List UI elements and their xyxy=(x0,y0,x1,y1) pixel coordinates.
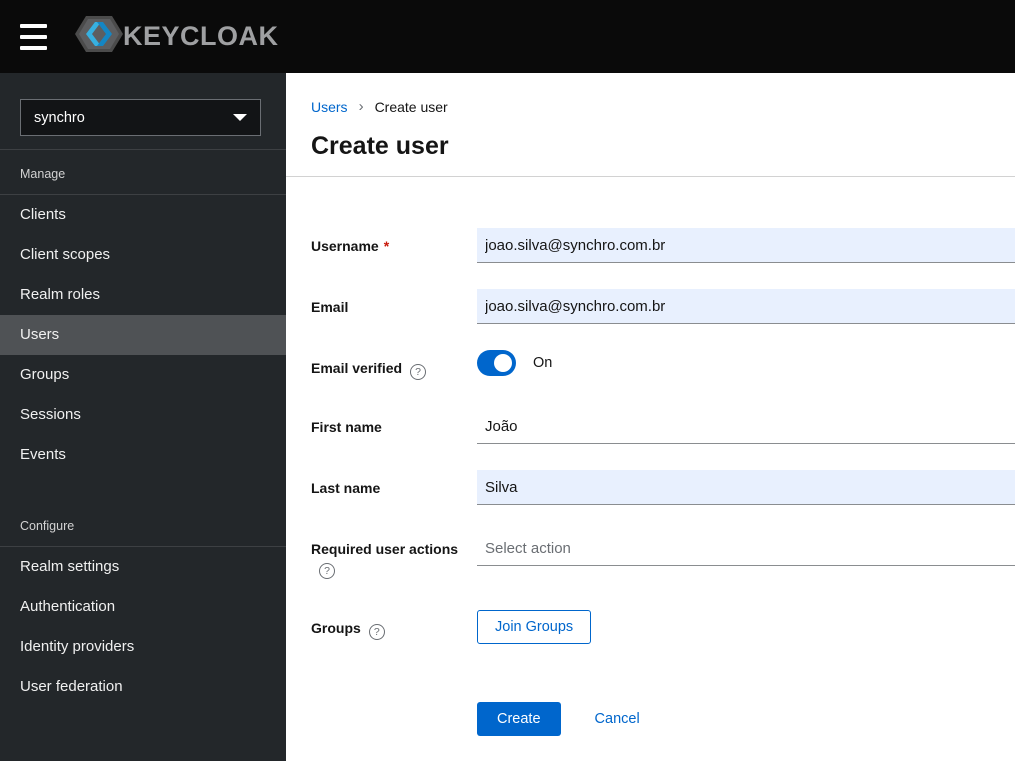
sidebar-item-realm-roles[interactable]: Realm roles xyxy=(0,275,286,315)
configure-nav-list: Realm settings Authentication Identity p… xyxy=(0,547,286,707)
keycloak-hexagon-icon xyxy=(73,12,125,61)
email-verified-row: Email verified? On xyxy=(311,350,1015,380)
breadcrumb-separator-icon: › xyxy=(358,98,364,115)
toggle-state-label: On xyxy=(533,355,553,371)
page-title: Create user xyxy=(311,132,449,160)
first-name-input[interactable] xyxy=(477,409,1015,444)
sidebar-item-client-scopes[interactable]: Client scopes xyxy=(0,235,286,275)
create-button[interactable]: Create xyxy=(477,702,561,736)
help-icon[interactable]: ? xyxy=(368,624,385,640)
first-name-row: First name xyxy=(311,409,1015,444)
groups-row: Groups? Join Groups xyxy=(311,610,1015,644)
caret-down-icon xyxy=(233,114,247,121)
sidebar-item-realm-settings[interactable]: Realm settings xyxy=(0,547,286,587)
masthead: KEYCLOAK xyxy=(0,0,1015,73)
username-input[interactable] xyxy=(477,228,1015,263)
help-icon[interactable]: ? xyxy=(319,563,335,579)
username-row: Username * xyxy=(311,228,1015,263)
first-name-label: First name xyxy=(311,419,382,435)
toggle-knob xyxy=(494,354,512,372)
sidebar-nav: synchro Manage Clients Client scopes Rea… xyxy=(0,73,286,761)
required-user-actions-select[interactable] xyxy=(477,531,1015,566)
required-user-actions-label: Required user actions? xyxy=(311,541,459,579)
sidebar-item-user-federation[interactable]: User federation xyxy=(0,667,286,707)
email-row: Email xyxy=(311,289,1015,324)
realm-selector-value: synchro xyxy=(34,109,85,126)
breadcrumb-current: Create user xyxy=(374,98,448,115)
menu-toggle-icon[interactable] xyxy=(20,23,47,50)
sidebar-item-groups[interactable]: Groups xyxy=(0,355,286,395)
required-asterisk: * xyxy=(383,238,390,254)
create-user-form: Username* Email Email verified? xyxy=(311,228,1015,736)
breadcrumb: Users › Create user xyxy=(311,98,1015,115)
sidebar-item-authentication[interactable]: Authentication xyxy=(0,587,286,627)
manage-nav-list: Clients Client scopes Realm roles Users … xyxy=(0,195,286,475)
nav-section-configure: Configure xyxy=(20,519,75,533)
header-divider xyxy=(286,176,1015,177)
cancel-button[interactable]: Cancel xyxy=(595,711,640,727)
actions-spacer xyxy=(311,715,477,724)
form-actions-row: Create Cancel xyxy=(311,702,1015,736)
sidebar-item-clients[interactable]: Clients xyxy=(0,195,286,235)
join-groups-button[interactable]: Join Groups xyxy=(477,610,592,644)
groups-label: Groups? xyxy=(311,610,477,640)
last-name-label: Last name xyxy=(311,480,381,496)
email-label: Email xyxy=(311,299,349,315)
breadcrumb-users-link[interactable]: Users xyxy=(311,99,348,115)
required-user-actions-row: Required user actions? xyxy=(311,531,1015,579)
sidebar-item-users[interactable]: Users xyxy=(0,315,286,355)
brand-text: KEYCLOAK xyxy=(123,21,279,51)
sidebar-item-events[interactable]: Events xyxy=(0,435,286,475)
username-label: Username * xyxy=(311,238,390,254)
sidebar-item-identity-providers[interactable]: Identity providers xyxy=(0,627,286,667)
email-input[interactable] xyxy=(477,289,1015,324)
help-icon[interactable]: ? xyxy=(410,364,427,380)
sidebar-item-sessions[interactable]: Sessions xyxy=(0,395,286,435)
nav-section-manage: Manage xyxy=(20,167,66,181)
last-name-input[interactable] xyxy=(477,470,1015,505)
main-content: Users › Create user Create user Username… xyxy=(286,73,1015,761)
last-name-row: Last name xyxy=(311,470,1015,505)
email-verified-label: Email verified? xyxy=(311,350,477,380)
realm-selector[interactable]: synchro xyxy=(20,99,261,136)
keycloak-logo[interactable]: KEYCLOAK xyxy=(73,12,279,61)
email-verified-toggle[interactable] xyxy=(477,350,516,376)
